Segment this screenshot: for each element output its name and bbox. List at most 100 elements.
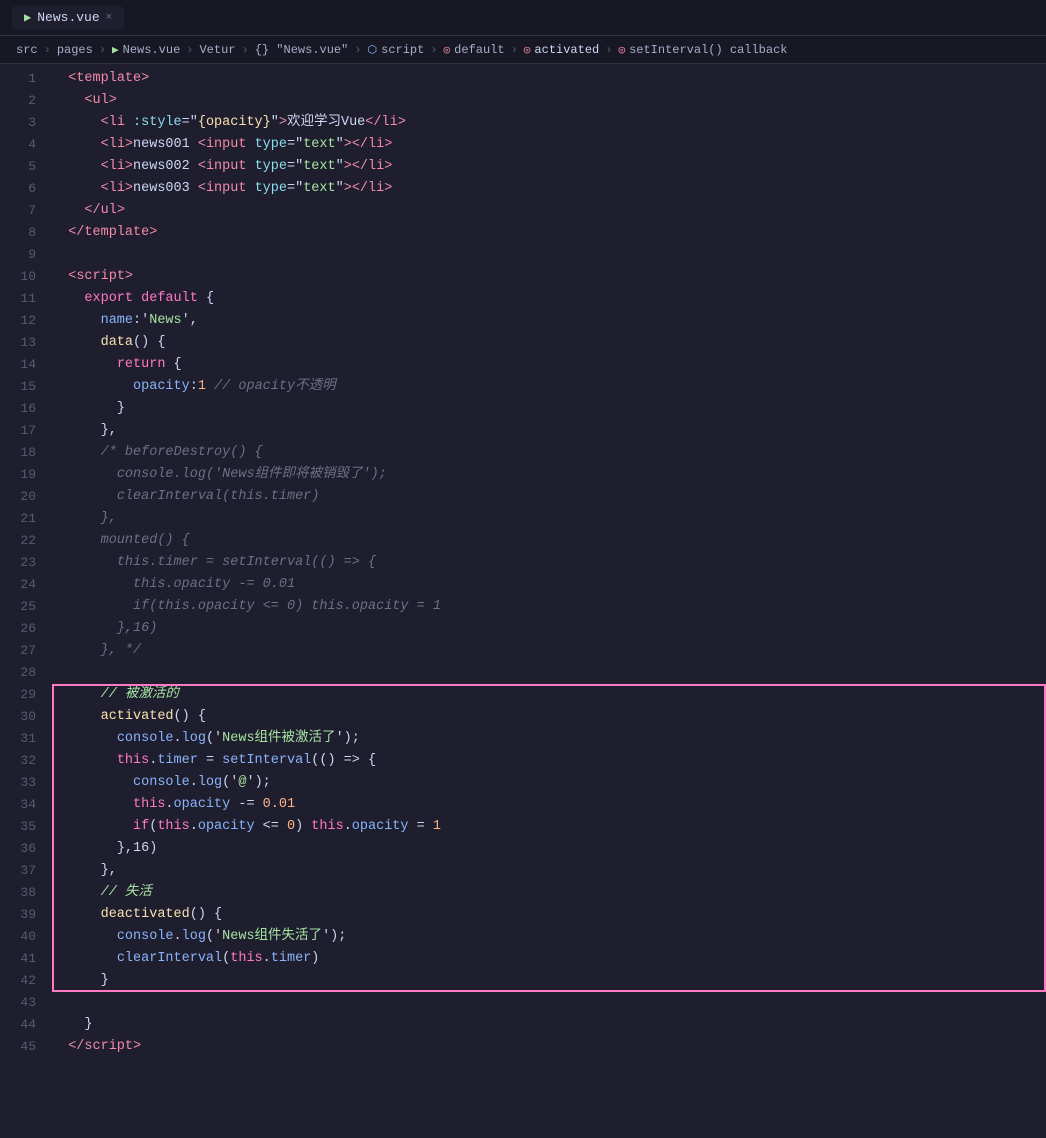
tab-title: News.vue [37, 10, 99, 25]
code-line: 29 // 被激活的 [0, 684, 1046, 706]
code-line: 3 <li :style="{opacity}">欢迎学习Vue</li> [0, 112, 1046, 134]
line-number: 18 [0, 442, 52, 464]
code-line: 2 <ul> [0, 90, 1046, 112]
line-content: // 失活 [52, 882, 1046, 904]
line-content: console.log('News组件即将被销毁了'); [52, 464, 1046, 486]
bc-activated-icon: ◎ [524, 43, 531, 57]
line-number: 45 [0, 1036, 52, 1058]
line-content: <template> [52, 68, 1046, 90]
line-number: 29 [0, 684, 52, 706]
code-line: 6 <li>news003 <input type="text"></li> [0, 178, 1046, 200]
bc-json: {} "News.vue" [255, 43, 349, 57]
line-content: <li>news001 <input type="text"></li> [52, 134, 1046, 156]
bc-vue-icon: ▶ [112, 43, 119, 57]
bc-vetur: Vetur [199, 43, 235, 57]
bc-pages: pages [57, 43, 93, 57]
line-number: 5 [0, 156, 52, 178]
code-line: 9 [0, 244, 1046, 266]
line-number: 37 [0, 860, 52, 882]
code-line: 5 <li>news002 <input type="text"></li> [0, 156, 1046, 178]
line-content [52, 992, 1046, 1014]
line-content: }, [52, 420, 1046, 442]
line-number: 40 [0, 926, 52, 948]
line-content: console.log('News组件被激活了'); [52, 728, 1046, 750]
line-number: 30 [0, 706, 52, 728]
code-line: 40 console.log('News组件失活了'); [0, 926, 1046, 948]
code-line: 35 if(this.opacity <= 0) this.opacity = … [0, 816, 1046, 838]
code-line: 44 } [0, 1014, 1046, 1036]
code-line: 15 opacity:1 // opacity不透明 [0, 376, 1046, 398]
code-line: 16 } [0, 398, 1046, 420]
code-line: 37 }, [0, 860, 1046, 882]
code-line: 42 } [0, 970, 1046, 992]
line-content: export default { [52, 288, 1046, 310]
line-number: 31 [0, 728, 52, 750]
line-content: mounted() { [52, 530, 1046, 552]
code-line: 20 clearInterval(this.timer) [0, 486, 1046, 508]
line-number: 28 [0, 662, 52, 684]
line-number: 35 [0, 816, 52, 838]
line-number: 8 [0, 222, 52, 244]
line-number: 42 [0, 970, 52, 992]
line-content: return { [52, 354, 1046, 376]
code-line: 22 mounted() { [0, 530, 1046, 552]
line-content [52, 662, 1046, 684]
line-content: },16) [52, 618, 1046, 640]
line-content: </script> [52, 1036, 1046, 1058]
code-line: 30 activated() { [0, 706, 1046, 728]
code-line: 11 export default { [0, 288, 1046, 310]
code-line: 12 name:'News', [0, 310, 1046, 332]
line-number: 24 [0, 574, 52, 596]
line-content: }, [52, 508, 1046, 530]
code-line: 13 data() { [0, 332, 1046, 354]
code-line: 21 }, [0, 508, 1046, 530]
line-number: 14 [0, 354, 52, 376]
line-content: },16) [52, 838, 1046, 860]
line-number: 1 [0, 68, 52, 90]
code-line: 19 console.log('News组件即将被销毁了'); [0, 464, 1046, 486]
line-content: opacity:1 // opacity不透明 [52, 376, 1046, 398]
editor-tab[interactable]: ▶ News.vue × [12, 6, 124, 29]
bc-newsvue: News.vue [123, 43, 181, 57]
line-content: deactivated() { [52, 904, 1046, 926]
code-line: 36 },16) [0, 838, 1046, 860]
line-content: } [52, 1014, 1046, 1036]
line-content: this.timer = setInterval(() => { [52, 750, 1046, 772]
line-number: 44 [0, 1014, 52, 1036]
line-number: 23 [0, 552, 52, 574]
code-line: 41 clearInterval(this.timer) [0, 948, 1046, 970]
code-line: 14 return { [0, 354, 1046, 376]
line-number: 17 [0, 420, 52, 442]
line-content: activated() { [52, 706, 1046, 728]
bc-default-icon: ◎ [444, 43, 451, 57]
code-line: 45 </script> [0, 1036, 1046, 1058]
line-content: this.opacity -= 0.01 [52, 574, 1046, 596]
line-content: /* beforeDestroy() { [52, 442, 1046, 464]
line-number: 22 [0, 530, 52, 552]
line-content: <li>news003 <input type="text"></li> [52, 178, 1046, 200]
line-content [52, 244, 1046, 266]
line-content: data() { [52, 332, 1046, 354]
line-number: 20 [0, 486, 52, 508]
line-number: 41 [0, 948, 52, 970]
bc-script-icon: ⬡ [368, 43, 378, 57]
line-content: } [52, 970, 1046, 992]
line-number: 12 [0, 310, 52, 332]
line-number: 6 [0, 178, 52, 200]
bc-script: script [381, 43, 424, 57]
line-content: }, */ [52, 640, 1046, 662]
code-line: 8 </template> [0, 222, 1046, 244]
code-line: 26 },16) [0, 618, 1046, 640]
tab-close-button[interactable]: × [106, 12, 113, 24]
line-number: 4 [0, 134, 52, 156]
line-number: 19 [0, 464, 52, 486]
line-number: 25 [0, 596, 52, 618]
bc-default: default [454, 43, 504, 57]
code-line: 43 [0, 992, 1046, 1014]
line-content: console.log('@'); [52, 772, 1046, 794]
vue-file-icon: ▶ [24, 10, 31, 25]
line-number: 10 [0, 266, 52, 288]
bc-activated: activated [534, 43, 599, 57]
line-content: }, [52, 860, 1046, 882]
line-content: <ul> [52, 90, 1046, 112]
